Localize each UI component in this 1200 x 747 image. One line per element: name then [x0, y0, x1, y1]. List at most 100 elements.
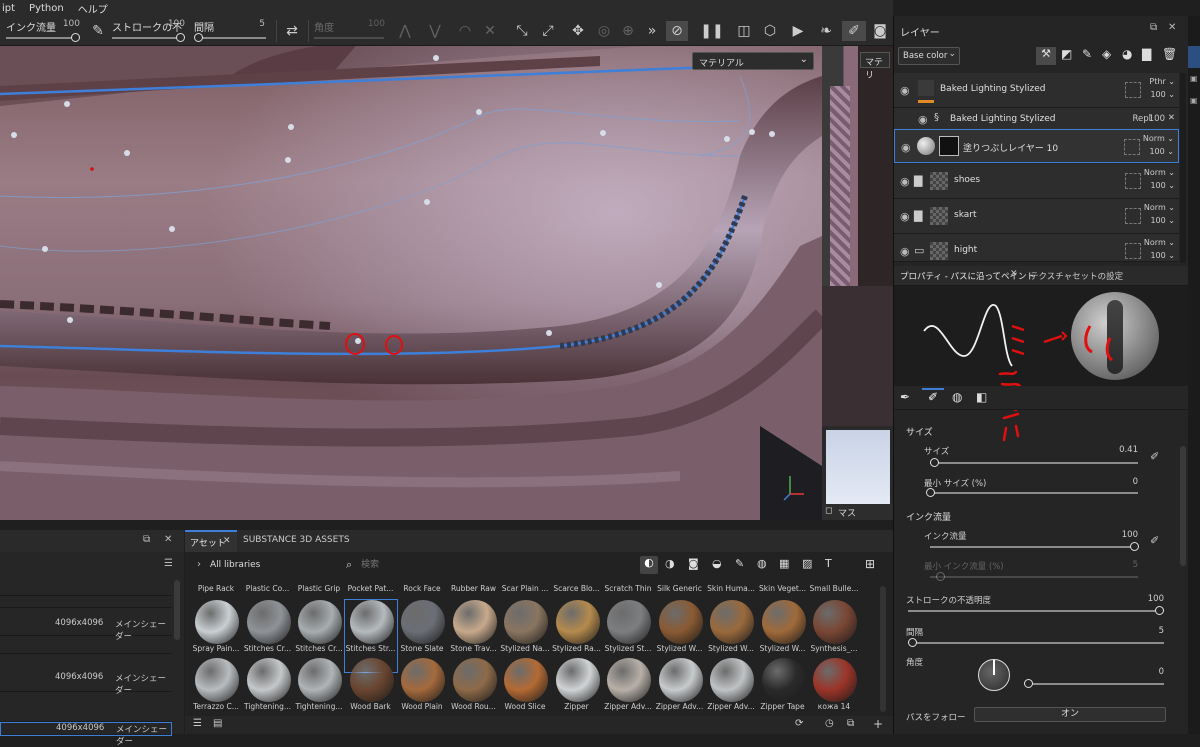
mask-toggle-bar[interactable]: ◻ マス: [822, 504, 893, 520]
asset-tile[interactable]: Wood Rou...: [448, 658, 500, 714]
tab-texture-set-settings[interactable]: テクスチャセットの設定: [1030, 270, 1123, 282]
menu-python[interactable]: Python: [29, 3, 64, 14]
min-size-value[interactable]: 0: [1098, 477, 1138, 487]
asset-tile[interactable]: Terrazzo C...: [190, 658, 242, 714]
angle-slider[interactable]: [1024, 683, 1164, 685]
layer-row[interactable]: ◉ ▇ shoes Norm ⌄ 100 ⌄: [894, 164, 1179, 199]
pen-pressure-icon[interactable]: ✐: [1150, 450, 1159, 463]
visibility-eye-icon[interactable]: ◉: [918, 113, 928, 126]
material-icon[interactable]: ◧: [976, 390, 987, 404]
pause-icon[interactable]: ❚❚: [700, 21, 723, 41]
jitter-icon[interactable]: ⋁: [425, 21, 445, 41]
filter-fonts-icon[interactable]: T: [825, 557, 832, 570]
filter-masks-icon[interactable]: ◙: [688, 557, 699, 570]
angle-slider-knob[interactable]: [1024, 679, 1033, 688]
asset-tile[interactable]: Zipper Adv...: [602, 658, 654, 714]
asset-tile[interactable]: Wood Bark: [345, 658, 397, 714]
pen-pressure-icon[interactable]: ✐: [1150, 534, 1159, 547]
screenshot-icon[interactable]: ◙: [870, 21, 890, 41]
stroke-opacity-value[interactable]: 100: [1124, 594, 1164, 604]
ink-flow-slider[interactable]: [930, 546, 1138, 548]
size-value[interactable]: 0.41: [1098, 445, 1138, 455]
stroke-opacity-knob[interactable]: [176, 33, 185, 42]
paint-brush-icon[interactable]: ✐: [842, 21, 866, 41]
transform-icon[interactable]: ⤡: [512, 21, 532, 41]
follow-path-toggle[interactable]: オン: [974, 707, 1166, 722]
3d-viewport[interactable]: マテリアル ⌄: [0, 46, 822, 520]
material-mode-dropdown[interactable]: マテリアル ⌄: [692, 52, 814, 70]
angle-value[interactable]: 0: [1124, 667, 1164, 677]
grid-view-icon[interactable]: ⊞: [865, 557, 875, 571]
rotate-transform-icon[interactable]: ⤢: [538, 21, 558, 41]
spacing-slider[interactable]: [908, 642, 1164, 644]
swap-icon[interactable]: ⇄: [282, 21, 302, 41]
path-tool-icon[interactable]: ✐: [922, 388, 944, 408]
layer-opacity[interactable]: 100: [1149, 114, 1165, 124]
list-scrollbar[interactable]: [174, 580, 180, 640]
stroke-opacity-slider[interactable]: [112, 37, 182, 39]
add-folder-icon[interactable]: ▇: [1142, 47, 1151, 61]
angle-slider[interactable]: [314, 37, 384, 39]
list-row[interactable]: [0, 638, 172, 654]
dock-tab-icon[interactable]: ▣: [1190, 74, 1198, 83]
layers-scrollbar[interactable]: [1180, 73, 1186, 263]
pressure-pen-icon[interactable]: ✎: [88, 21, 108, 41]
split-view-icon[interactable]: ◫: [734, 21, 754, 41]
asset-tile[interactable]: Tightening...: [242, 658, 294, 714]
layer-row[interactable]: ◉ ▭ hight Norm ⌄ 100 ⌄: [894, 234, 1179, 262]
asset-tile[interactable]: Wood Plain: [396, 658, 448, 714]
dropper-icon[interactable]: ⊕: [618, 21, 638, 41]
add-mask-icon[interactable]: ◩: [1061, 47, 1072, 61]
visibility-eye-icon[interactable]: ◉: [900, 84, 910, 97]
filter-environments-icon[interactable]: ▨: [802, 557, 812, 570]
ink-flow-value[interactable]: 100: [1098, 530, 1138, 540]
asset-tile[interactable]: кожа 14: [808, 658, 860, 714]
asset-tile[interactable]: Zipper: [551, 658, 603, 714]
filter-smart-materials-icon[interactable]: ◑: [665, 557, 675, 570]
visibility-eye-icon[interactable]: ◉: [900, 175, 910, 188]
min-ink-flow-value[interactable]: 5: [1098, 560, 1138, 570]
menu-script[interactable]: ipt: [2, 3, 15, 14]
filter-materials-icon[interactable]: ◐: [640, 556, 658, 574]
float-panel-icon[interactable]: ⧉: [1150, 22, 1157, 33]
hide-icon[interactable]: ⊘: [666, 21, 688, 41]
tab-assets[interactable]: アセット ✕: [185, 530, 237, 552]
asset-tile[interactable]: Zipper Adv...: [654, 658, 706, 714]
close-icon[interactable]: ✕: [164, 534, 172, 545]
asset-tile[interactable]: Zipper Adv...: [705, 658, 757, 714]
asset-tile[interactable]: Wood Slice: [499, 658, 551, 714]
camera-icon[interactable]: ▶: [788, 21, 808, 41]
min-size-slider-knob[interactable]: [926, 488, 935, 497]
add-effect-icon[interactable]: ⚒: [1036, 47, 1056, 65]
add-smart-material-icon[interactable]: ◕: [1122, 47, 1132, 61]
ink-flow-slider-knob[interactable]: [1130, 542, 1139, 551]
add-fill-layer-icon[interactable]: ◈: [1102, 47, 1111, 61]
chevron-right-icon[interactable]: ›: [197, 559, 201, 570]
brush-icon[interactable]: ✒: [900, 390, 910, 404]
list-row[interactable]: [0, 596, 172, 608]
size-slider-knob[interactable]: [930, 458, 939, 467]
visibility-eye-icon[interactable]: ◉: [900, 210, 910, 223]
list-row[interactable]: [0, 696, 172, 722]
size-slider[interactable]: [930, 462, 1138, 464]
list-row[interactable]: 4096x4096 メインシェーダー: [0, 666, 172, 696]
refresh-icon[interactable]: ⟳: [795, 718, 803, 729]
spacing-value[interactable]: 5: [1124, 626, 1164, 636]
tab-substance-3d-assets[interactable]: SUBSTANCE 3D ASSETS: [243, 535, 350, 545]
2d-viewport[interactable]: マテリ ◻ マス: [822, 46, 893, 520]
min-ink-flow-slider[interactable]: [930, 576, 1138, 578]
list-row[interactable]: [0, 574, 172, 596]
target-icon[interactable]: ◎: [594, 21, 614, 41]
layer-blend[interactable]: Norm ⌄ 100 ⌄: [1144, 236, 1175, 262]
channel-select[interactable]: Base color ⌄: [898, 47, 960, 65]
visibility-eye-icon[interactable]: ◉: [900, 245, 910, 258]
brush-stroke-icon[interactable]: ❧: [816, 21, 836, 41]
menu-help[interactable]: ヘルプ: [78, 1, 108, 16]
material-mode-dropdown-2[interactable]: マテリ: [860, 52, 890, 81]
import-icon[interactable]: ⧉: [847, 718, 854, 729]
list-menu-icon[interactable]: ☰: [164, 558, 173, 569]
ink-flow-knob[interactable]: [71, 33, 80, 42]
filter-brushes-icon[interactable]: ✎: [735, 557, 744, 570]
angle-dial[interactable]: [978, 659, 1010, 691]
spacing-slider-knob[interactable]: [908, 638, 917, 647]
